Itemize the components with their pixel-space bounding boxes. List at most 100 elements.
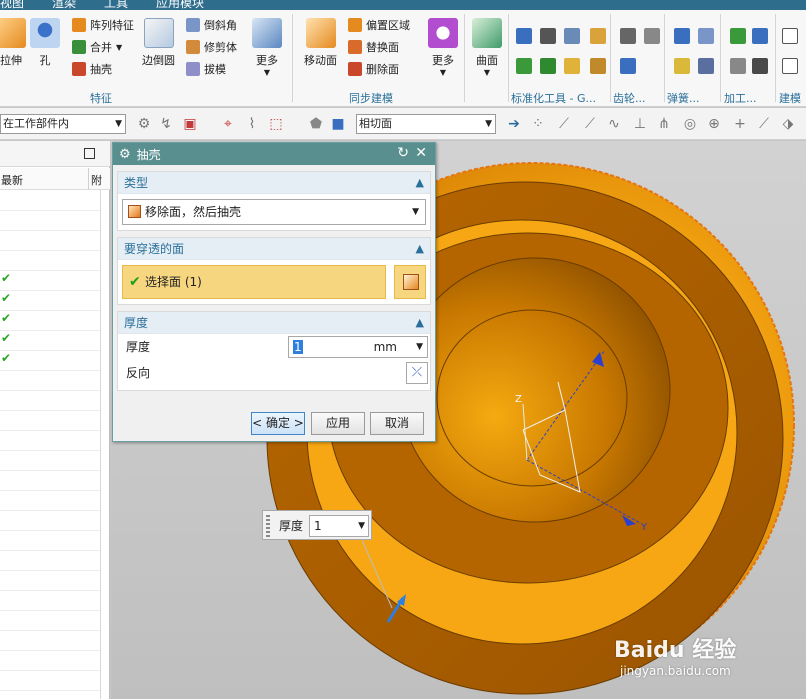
select-face-row[interactable]: ✔ 选择面 (1) xyxy=(122,265,426,299)
snap-arrow-icon[interactable]: ➔ xyxy=(506,116,522,132)
list-item[interactable] xyxy=(0,471,100,491)
modeling-tool-icon[interactable] xyxy=(782,28,798,44)
menu-item-tools[interactable]: 工具 xyxy=(104,0,128,10)
list-item[interactable] xyxy=(0,491,100,511)
select-feature-icon[interactable]: ▣ xyxy=(182,116,198,132)
gear-tool-icon[interactable] xyxy=(620,28,636,44)
select-face-button[interactable] xyxy=(394,265,426,299)
ok-button[interactable]: < 确定 > xyxy=(251,412,305,435)
std-tool-icon[interactable] xyxy=(564,58,580,74)
snap-quadrant-icon[interactable]: ⊕ xyxy=(706,116,722,132)
cancel-button[interactable]: 取消 xyxy=(370,412,424,435)
shell-type-select[interactable]: 移除面，然后抽壳 ▼ xyxy=(122,199,426,225)
gear-tool-icon[interactable] xyxy=(620,58,636,74)
list-item[interactable]: ✔ xyxy=(0,331,100,351)
snap-intersect-icon[interactable]: ⋔ xyxy=(656,116,672,132)
faces-section-header[interactable]: 要穿透的面 ▲ xyxy=(118,238,430,260)
list-item[interactable] xyxy=(0,611,100,631)
snap-point-icon[interactable]: + xyxy=(732,116,748,132)
list-item[interactable] xyxy=(0,451,100,471)
list-item[interactable]: ✔ xyxy=(0,291,100,311)
type-section-header[interactable]: 类型 ▲ xyxy=(118,172,430,194)
column-header-attached[interactable]: 附 xyxy=(91,172,102,188)
machining-tool-icon[interactable] xyxy=(752,28,768,44)
snap-icon[interactable]: ↯ xyxy=(158,116,174,132)
spring-tool-icon[interactable] xyxy=(674,28,690,44)
machining-tool-icon[interactable] xyxy=(752,58,768,74)
std-tool-icon[interactable] xyxy=(564,28,580,44)
thickness-onscreen-input[interactable]: 厚度 1 ▼ xyxy=(262,510,372,540)
list-item[interactable] xyxy=(0,531,100,551)
std-tool-icon[interactable] xyxy=(540,58,556,74)
extrude-button[interactable]: 拉伸 xyxy=(0,18,26,68)
list-item[interactable] xyxy=(0,411,100,431)
move-face-button[interactable]: 移动面 xyxy=(304,18,337,68)
list-item[interactable] xyxy=(0,211,100,231)
std-tool-icon[interactable] xyxy=(540,28,556,44)
chevron-up-icon[interactable]: ▲ xyxy=(416,172,424,194)
chamfer-button[interactable]: 倒斜角 xyxy=(186,16,237,34)
list-item[interactable] xyxy=(0,551,100,571)
snap-tangent-icon[interactable]: ⟋ xyxy=(756,116,772,132)
surface-button[interactable]: 曲面 ▼ xyxy=(472,18,502,77)
list-item[interactable]: ✔ xyxy=(0,351,100,371)
list-item[interactable] xyxy=(0,591,100,611)
list-item[interactable] xyxy=(0,251,100,271)
std-tool-icon[interactable] xyxy=(516,58,532,74)
maximize-icon[interactable] xyxy=(84,148,95,159)
draft-button[interactable]: 拔模 xyxy=(186,60,226,78)
feature-more-button[interactable]: 更多 ▼ xyxy=(252,18,282,77)
gear-tool-icon[interactable] xyxy=(644,28,660,44)
snap-mid-icon[interactable]: ⊥ xyxy=(632,116,648,132)
select-face-field[interactable]: ✔ 选择面 (1) xyxy=(122,265,386,299)
spring-tool-icon[interactable] xyxy=(698,58,714,74)
scope-combo[interactable]: 在工作部件内 ▼ xyxy=(0,114,126,134)
list-item[interactable] xyxy=(0,371,100,391)
trim-body-button[interactable]: 修剪体 xyxy=(186,38,237,56)
reverse-direction-button[interactable]: ⤫ xyxy=(406,362,428,384)
thickness-input[interactable]: 1 mm ▼ xyxy=(288,336,428,358)
snap-curve-icon[interactable]: ∿ xyxy=(606,116,622,132)
modeling-tool-icon[interactable] xyxy=(782,58,798,74)
snap-face-icon[interactable]: ⬗ xyxy=(780,116,796,132)
snap-line-icon[interactable]: ⟋ xyxy=(556,116,572,132)
offset-region-button[interactable]: 偏置区域 xyxy=(348,16,410,34)
menu-item-render[interactable]: 渲染 xyxy=(52,0,76,10)
drag-handle-icon[interactable] xyxy=(266,515,270,537)
std-tool-icon[interactable] xyxy=(590,58,606,74)
spring-tool-icon[interactable] xyxy=(698,28,714,44)
std-tool-icon[interactable] xyxy=(516,28,532,44)
snap-center-icon[interactable]: ◎ xyxy=(682,116,698,132)
hole-button[interactable]: 孔 xyxy=(30,18,60,68)
reset-icon[interactable]: ↻ xyxy=(397,145,409,161)
list-item[interactable] xyxy=(0,191,100,211)
list-item[interactable] xyxy=(0,391,100,411)
list-item[interactable] xyxy=(0,631,100,651)
shell-button[interactable]: 抽壳 xyxy=(72,60,112,78)
box-select-icon[interactable]: ⬚ xyxy=(268,116,284,132)
apply-button[interactable]: 应用 xyxy=(311,412,365,435)
spring-tool-icon[interactable] xyxy=(674,58,690,74)
select-point-icon[interactable]: ⌖ xyxy=(220,116,236,132)
list-item[interactable]: ✔ xyxy=(0,271,100,291)
select-solid-icon[interactable]: ■ xyxy=(330,116,346,132)
chevron-up-icon[interactable]: ▲ xyxy=(416,238,424,260)
edge-blend-button[interactable]: 边倒圆 xyxy=(142,18,175,68)
close-icon[interactable]: ✕ xyxy=(415,145,427,161)
std-tool-icon[interactable] xyxy=(590,28,606,44)
dialog-titlebar[interactable]: ⚙ 抽壳 ↻ ✕ xyxy=(113,143,435,165)
list-item[interactable] xyxy=(0,431,100,451)
delete-face-button[interactable]: 删除面 xyxy=(348,60,399,78)
select-curve-icon[interactable]: ⌇ xyxy=(244,116,260,132)
menu-item-app-modules[interactable]: 应用模块 xyxy=(156,0,204,10)
machining-tool-icon[interactable] xyxy=(730,28,746,44)
thickness-float-field[interactable]: 1 ▼ xyxy=(309,515,369,537)
filter-icon[interactable]: ⚙ xyxy=(136,116,152,132)
list-item[interactable] xyxy=(0,511,100,531)
sync-more-button[interactable]: 更多 ▼ xyxy=(428,18,458,77)
list-item[interactable] xyxy=(0,651,100,671)
snap-grid-icon[interactable]: ⁘ xyxy=(530,116,546,132)
column-header-latest[interactable]: 最新 xyxy=(1,172,23,188)
thickness-section-header[interactable]: 厚度 ▲ xyxy=(118,312,430,334)
chevron-up-icon[interactable]: ▲ xyxy=(416,312,424,334)
